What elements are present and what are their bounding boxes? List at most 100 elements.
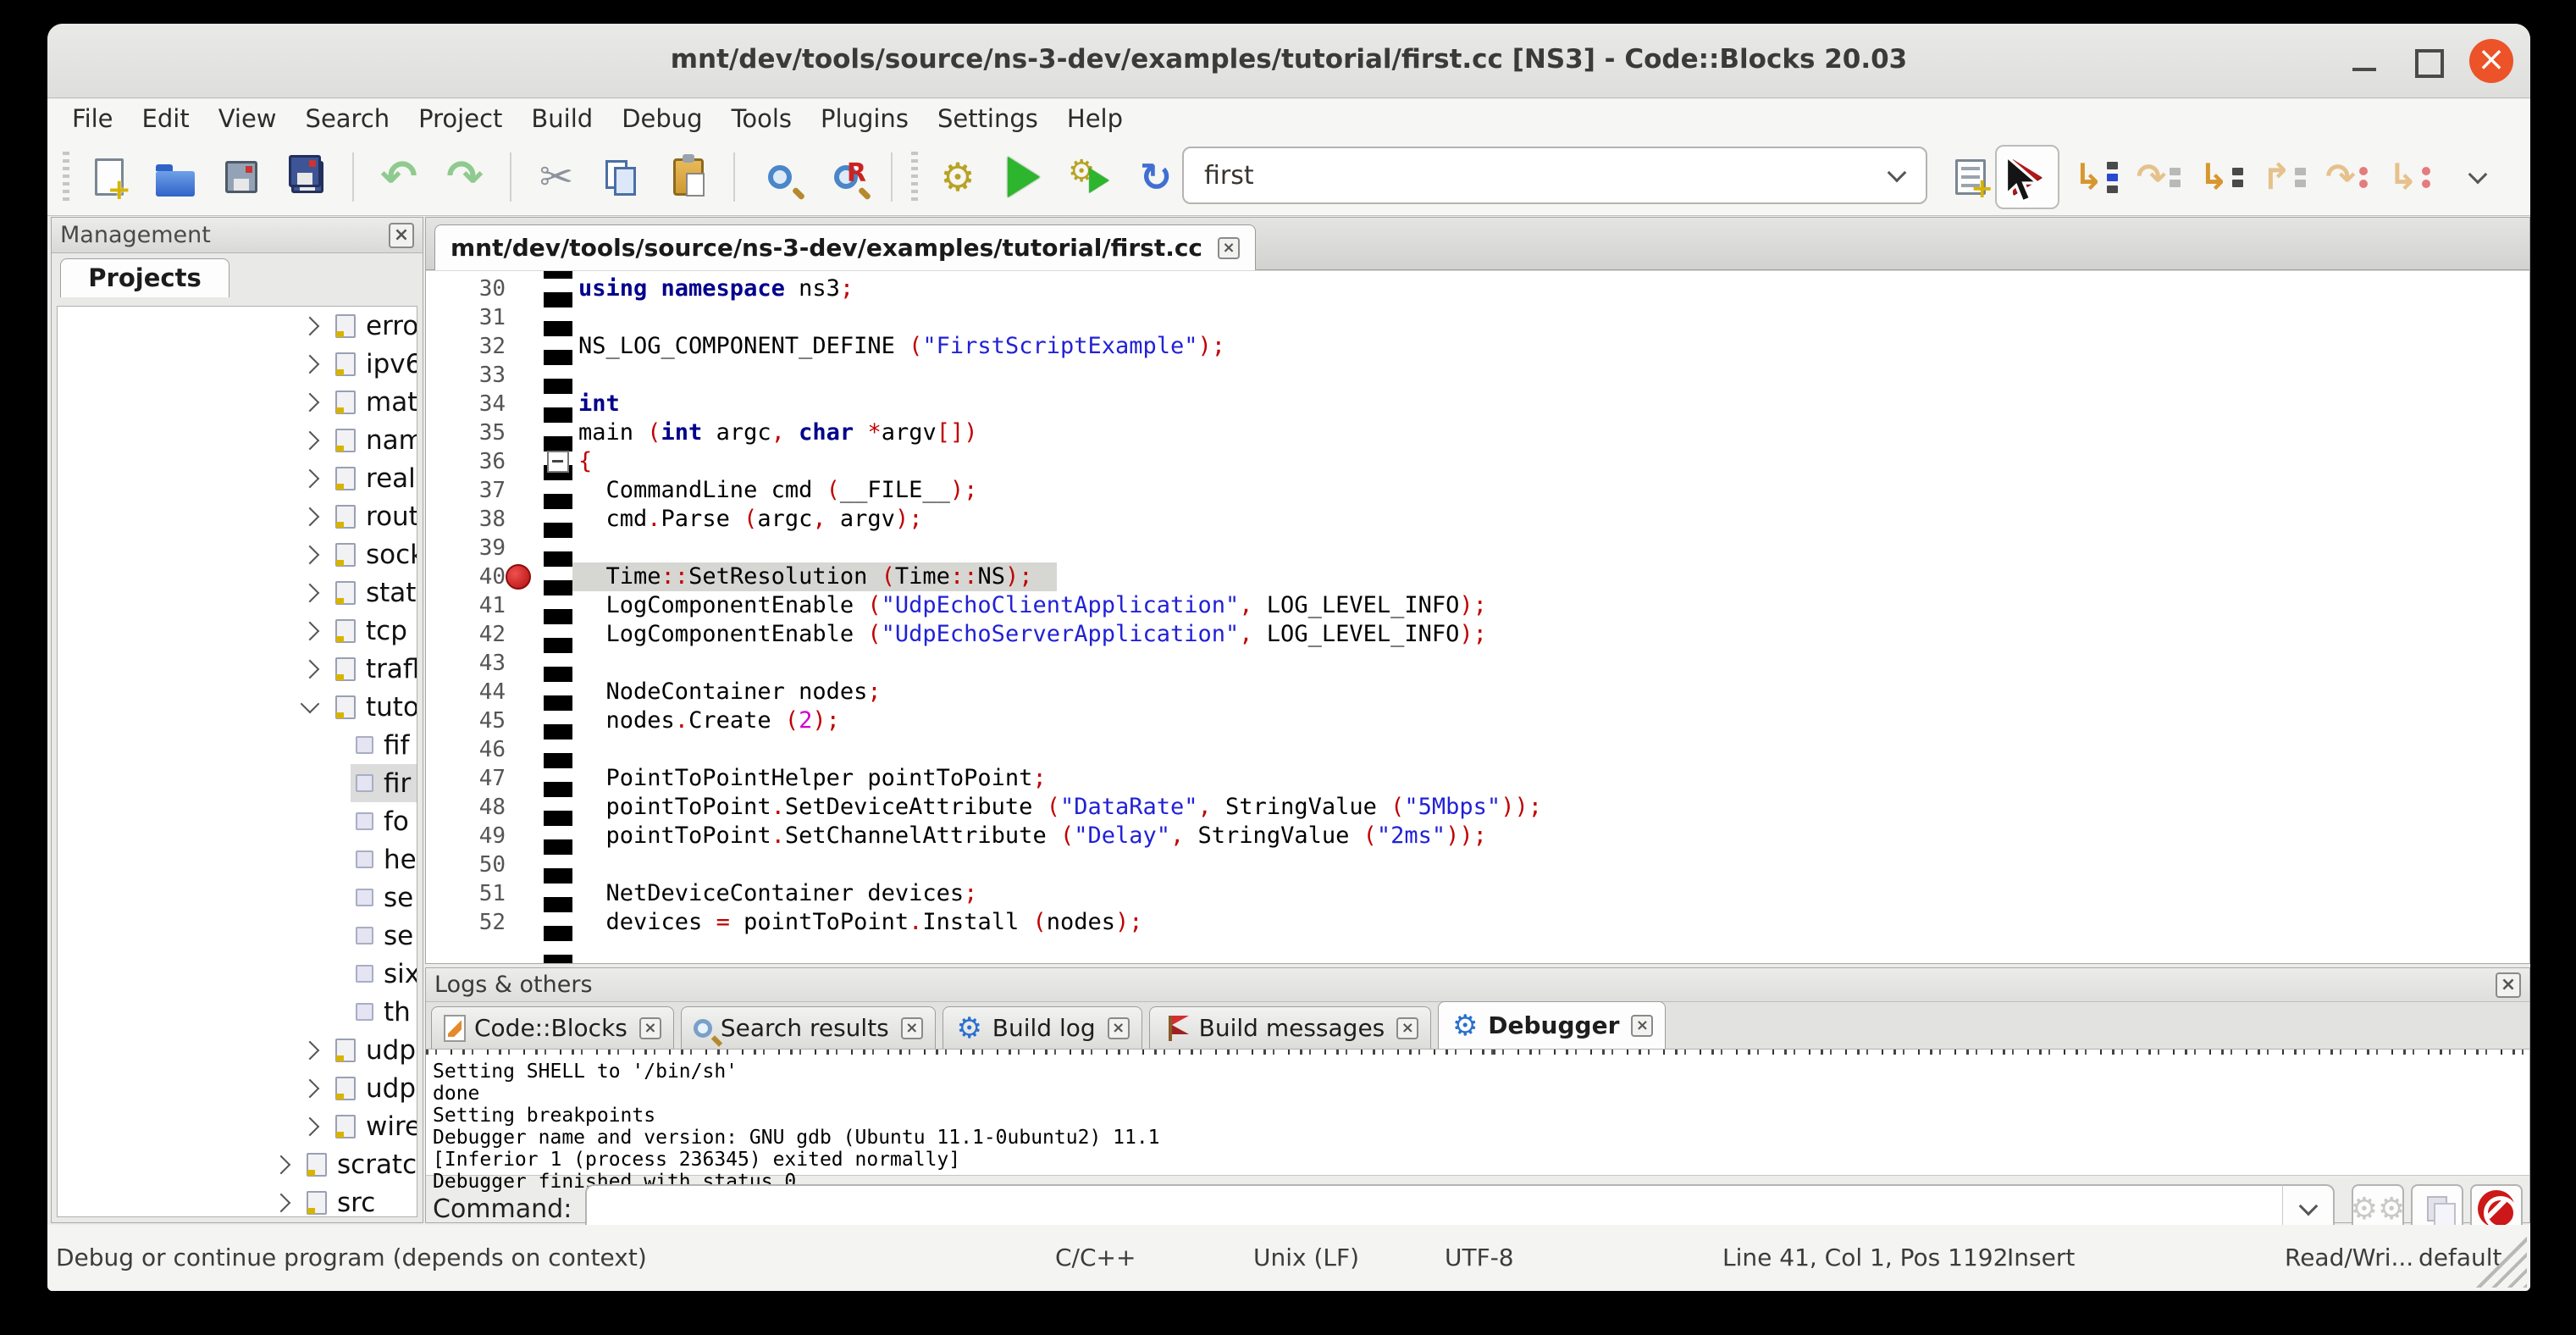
debug-toolbar-chevron-icon[interactable] — [2468, 165, 2488, 185]
editor-tab-close-icon[interactable]: × — [1218, 237, 1240, 259]
open-file-icon[interactable] — [148, 150, 202, 204]
line-number[interactable]: 35 — [426, 418, 506, 447]
line-number[interactable]: 49 — [426, 822, 506, 850]
log-tab-close-icon[interactable]: × — [1108, 1017, 1130, 1039]
redo-icon[interactable]: ↷ — [438, 150, 492, 204]
tree-item-sock[interactable]: sock — [58, 535, 417, 573]
tree-expander-icon[interactable] — [301, 1040, 320, 1060]
new-file-icon[interactable] — [82, 150, 136, 204]
tree-expander-icon[interactable] — [301, 392, 320, 412]
paste-icon[interactable] — [661, 150, 716, 204]
next-instruction-icon[interactable]: ↷ — [2317, 147, 2376, 207]
tree-item-src[interactable]: src — [58, 1183, 417, 1217]
toolbar-grip[interactable] — [911, 152, 918, 202]
tree-item-he[interactable]: he — [58, 840, 417, 878]
tree-item-fif[interactable]: fif — [58, 726, 417, 764]
tree-expander-icon[interactable] — [301, 583, 320, 602]
replace-icon[interactable]: R — [819, 150, 873, 204]
tree-item-six[interactable]: six — [58, 955, 417, 993]
code-editor[interactable]: 30using namespace ns3;3132NS_LOG_COMPONE… — [426, 271, 2529, 963]
compile-icon[interactable]: ⚙ — [931, 150, 985, 204]
tree-item-trafl[interactable]: trafl — [58, 650, 417, 688]
find-icon[interactable] — [753, 150, 807, 204]
line-number[interactable]: 51 — [426, 879, 506, 908]
tree-item-ipv6[interactable]: ipv6 — [58, 345, 417, 383]
debugger-log[interactable]: Setting SHELL to '/bin/sh'doneSetting br… — [426, 1059, 2529, 1176]
log-tab-build-messages[interactable]: Build messages× — [1149, 1006, 1432, 1049]
line-number[interactable]: 47 — [426, 764, 506, 793]
fold-marker-icon[interactable] — [547, 451, 569, 473]
tree-item-tuto[interactable]: tuto — [58, 688, 417, 726]
editor-tab-first-cc[interactable]: mnt/dev/tools/source/ns-3-dev/examples/t… — [434, 224, 1256, 270]
log-tab-search-results[interactable]: Search results× — [681, 1006, 936, 1049]
rebuild-icon[interactable]: ↻ — [1129, 150, 1183, 204]
tree-expander-icon[interactable] — [301, 507, 320, 526]
build-target-combobox[interactable] — [1182, 147, 1927, 204]
log-tab-build-log[interactable]: ⚙Build log× — [943, 1006, 1142, 1049]
tree-item-udp-[interactable]: udp- — [58, 1069, 417, 1107]
build-and-run-icon[interactable]: ⚙ — [1063, 150, 1117, 204]
cut-icon[interactable]: ✂ — [529, 150, 583, 204]
tree-item-se[interactable]: se — [58, 917, 417, 955]
line-number[interactable]: 48 — [426, 793, 506, 822]
menu-view[interactable]: View — [204, 104, 291, 133]
tree-item-rout[interactable]: rout — [58, 497, 417, 535]
tree-item-wire[interactable]: wire — [58, 1107, 417, 1145]
menu-tools[interactable]: Tools — [717, 104, 806, 133]
run-to-cursor-icon[interactable]: ↳ — [2066, 147, 2125, 207]
line-number[interactable]: 37 — [426, 476, 506, 505]
line-number[interactable]: 38 — [426, 505, 506, 534]
line-number[interactable]: 33 — [426, 361, 506, 390]
debug-continue-button[interactable] — [1995, 145, 2059, 209]
menu-help[interactable]: Help — [1053, 104, 1137, 133]
copy-icon[interactable] — [595, 150, 650, 204]
tree-expander-icon[interactable] — [301, 694, 320, 713]
log-tab-code-blocks[interactable]: Code::Blocks× — [431, 1006, 674, 1049]
menu-plugins[interactable]: Plugins — [806, 104, 923, 133]
menu-file[interactable]: File — [58, 104, 128, 133]
project-tree[interactable]: erroipv6matnamreallroutsockstattcptraflt… — [57, 306, 417, 1217]
save-all-icon[interactable] — [280, 150, 334, 204]
tree-expander-icon[interactable] — [301, 659, 320, 679]
line-number[interactable]: 31 — [426, 303, 506, 332]
line-number[interactable]: 44 — [426, 678, 506, 706]
tree-expander-icon[interactable] — [272, 1193, 291, 1212]
tab-projects[interactable]: Projects — [60, 258, 229, 297]
tree-item-mat[interactable]: mat — [58, 383, 417, 421]
toolbar-grip[interactable] — [63, 152, 69, 202]
line-number[interactable]: 52 — [426, 908, 506, 937]
menu-edit[interactable]: Edit — [128, 104, 204, 133]
close-button[interactable]: × — [2469, 39, 2513, 83]
breakpoint-icon[interactable] — [506, 564, 531, 590]
menu-project[interactable]: Project — [404, 104, 517, 133]
line-number[interactable]: 34 — [426, 390, 506, 418]
tree-item-fir[interactable]: fir — [58, 764, 417, 802]
log-tab-close-icon[interactable]: × — [901, 1017, 923, 1039]
tree-item-scratch[interactable]: scratch — [58, 1145, 417, 1183]
run-icon[interactable] — [997, 150, 1051, 204]
menu-debug[interactable]: Debug — [607, 104, 716, 133]
line-number[interactable]: 50 — [426, 850, 506, 879]
line-number[interactable]: 42 — [426, 620, 506, 649]
log-tab-close-icon[interactable]: × — [639, 1017, 661, 1039]
menu-build[interactable]: Build — [517, 104, 607, 133]
line-number[interactable]: 45 — [426, 706, 506, 735]
tree-item-udp[interactable]: udp — [58, 1031, 417, 1069]
menu-settings[interactable]: Settings — [923, 104, 1053, 133]
tree-item-erro[interactable]: erro — [58, 307, 417, 345]
build-target-options-icon[interactable] — [1943, 150, 1998, 204]
line-number[interactable]: 41 — [426, 591, 506, 620]
line-number[interactable]: 36 — [426, 447, 506, 476]
undo-icon[interactable]: ↶ — [372, 150, 426, 204]
tree-expander-icon[interactable] — [301, 468, 320, 488]
log-tab-debugger[interactable]: ⚙Debugger× — [1438, 1001, 1666, 1049]
combo-chevron-icon[interactable] — [1888, 163, 1907, 183]
next-line-icon[interactable]: ↷ — [2129, 147, 2188, 207]
step-out-icon[interactable]: ↱ — [2254, 147, 2313, 207]
management-close-icon[interactable]: × — [389, 223, 414, 248]
tree-expander-icon[interactable] — [272, 1155, 291, 1174]
tree-expander-icon[interactable] — [301, 354, 320, 374]
line-number[interactable]: 39 — [426, 534, 506, 562]
line-number[interactable]: 32 — [426, 332, 506, 361]
tree-item-fo[interactable]: fo — [58, 802, 417, 840]
